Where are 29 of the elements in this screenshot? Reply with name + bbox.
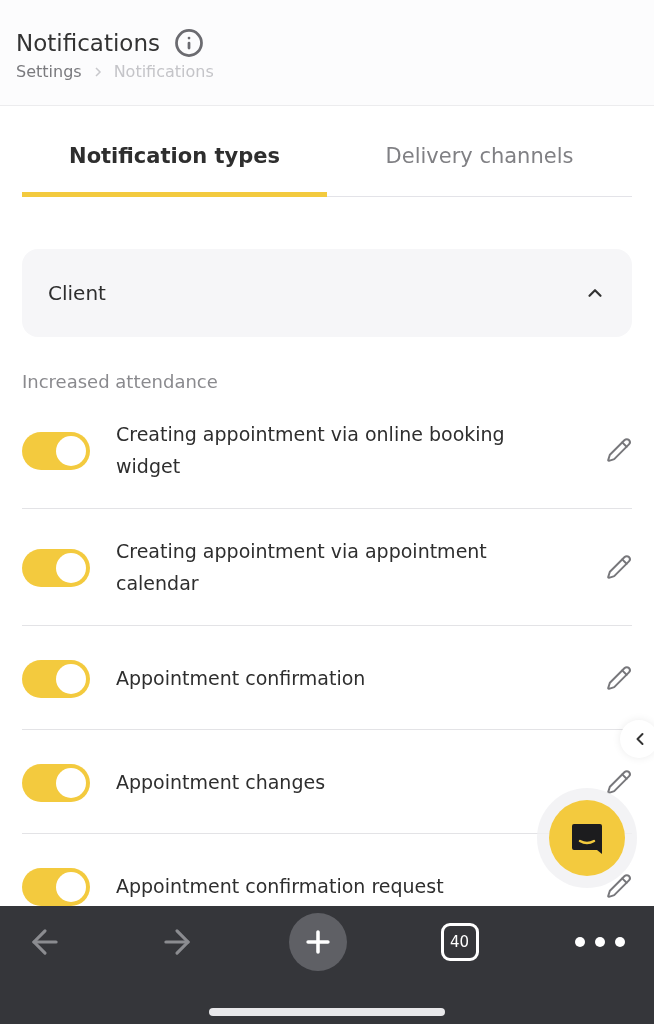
tab[interactable]: Notification types [22, 130, 327, 197]
toggle-switch[interactable] [22, 867, 90, 906]
more-icon[interactable] [572, 935, 628, 949]
notification-label: Appointment confirmation [116, 665, 367, 691]
notification-label: Creating appointment via appointment calendar [116, 539, 488, 596]
notification-label: Appointment confirmation request [116, 873, 445, 899]
notification-label: Appointment changes [116, 769, 327, 795]
collapse-button[interactable] [620, 720, 654, 758]
tab-count-button[interactable]: 40 [440, 923, 479, 961]
edit-button[interactable] [606, 437, 632, 463]
breadcrumb-item[interactable]: Settings [16, 62, 82, 81]
edit-button[interactable] [606, 554, 632, 580]
chat-icon [570, 821, 604, 855]
page-title: Notifications [16, 30, 160, 56]
toggle-switch[interactable] [22, 659, 90, 698]
toggle-switch[interactable] [22, 763, 90, 802]
edit-button[interactable] [606, 768, 632, 795]
toggle-switch[interactable] [22, 432, 90, 470]
chevron-right-icon [93, 65, 102, 78]
toggle-switch[interactable] [22, 549, 90, 587]
info-icon[interactable] [173, 28, 204, 58]
section-label: Increased attendance [22, 371, 219, 392]
edit-button[interactable] [606, 664, 632, 691]
edit-button[interactable] [606, 872, 632, 899]
accordion-title: Client [48, 281, 106, 305]
notification-label: Creating appointment via online booking widget [116, 422, 506, 479]
tab[interactable]: Delivery channels [327, 130, 632, 197]
breadcrumb-item: Notifications [113, 62, 214, 81]
accordion-header[interactable]: Client [22, 249, 632, 337]
